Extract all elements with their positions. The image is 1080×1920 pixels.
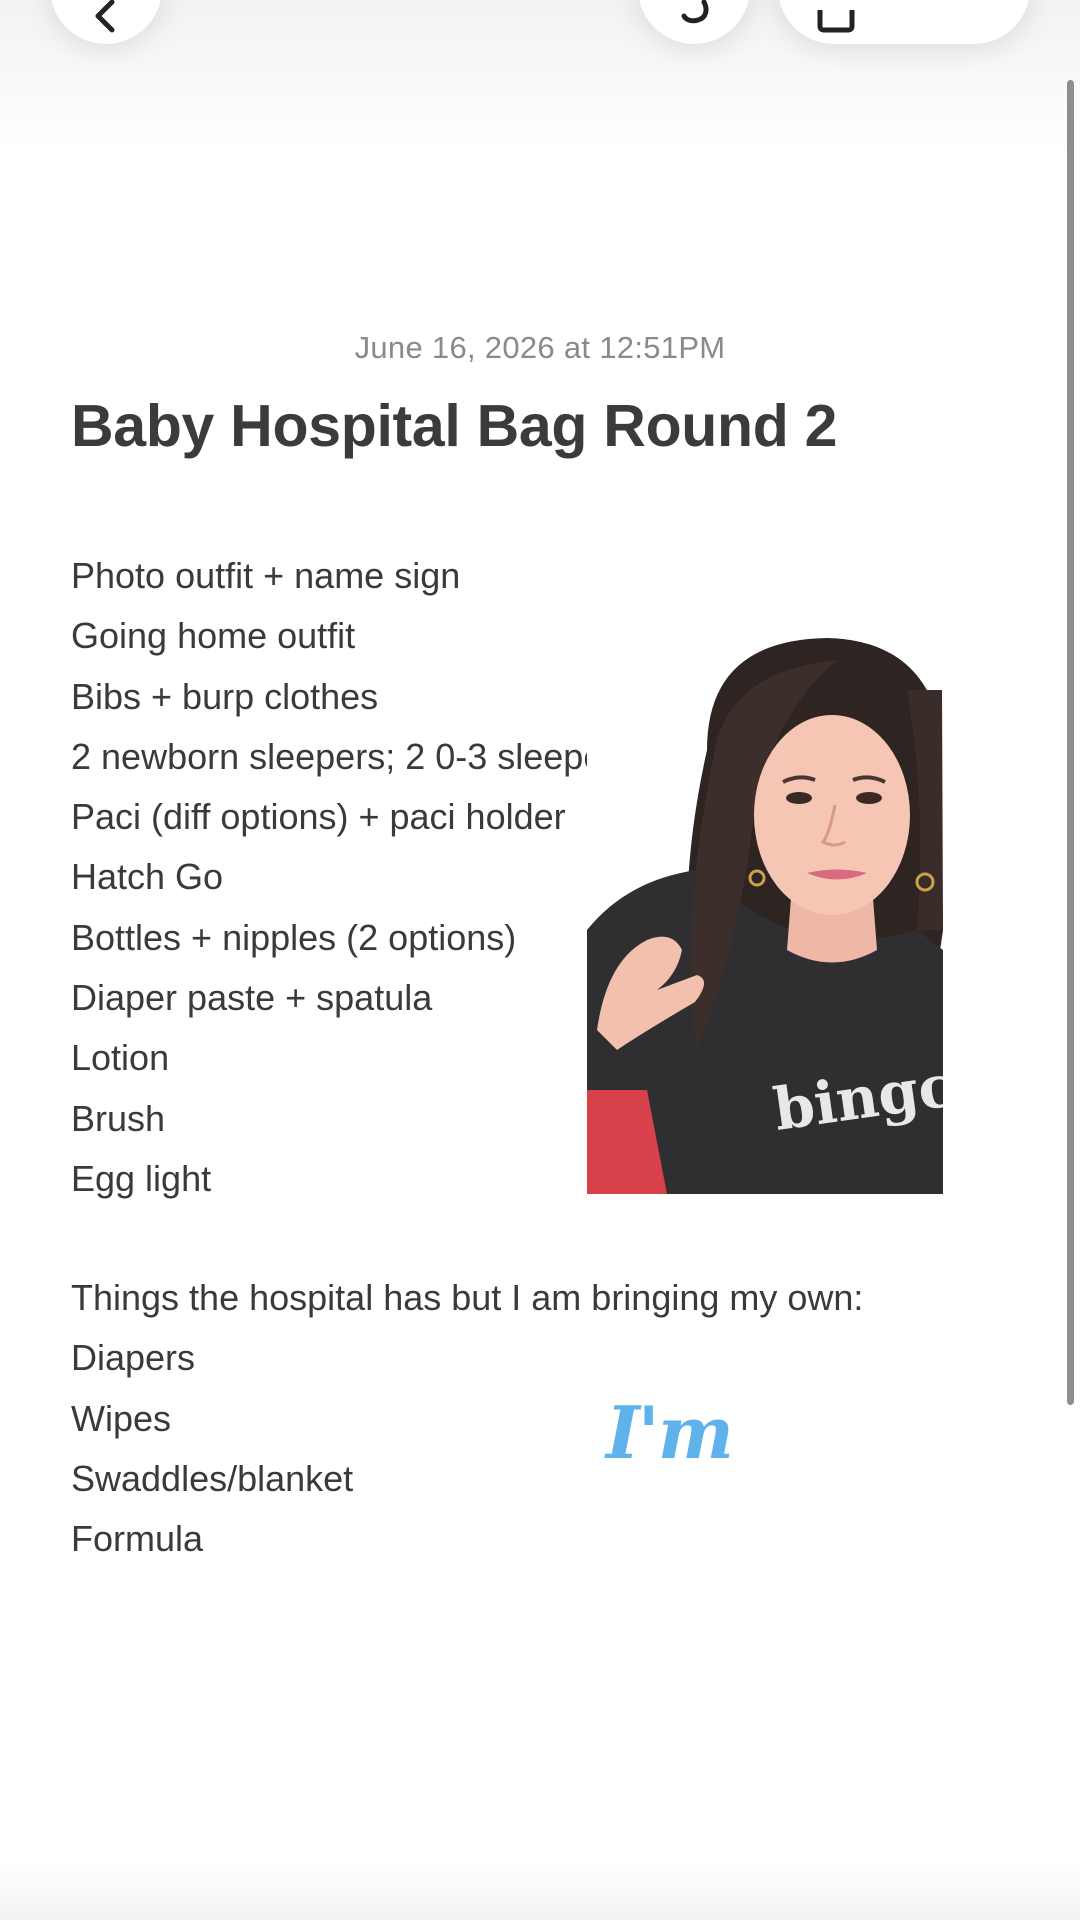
own-items-list: Things the hospital has but I am bringin… [71, 1268, 863, 1569]
list-heading[interactable]: Things the hospital has but I am bringin… [71, 1268, 863, 1328]
list-item[interactable]: Hatch Go [71, 847, 633, 907]
list-item[interactable]: Formula [71, 1509, 863, 1569]
list-item[interactable]: Egg light [71, 1149, 633, 1209]
list-item[interactable]: Brush [71, 1089, 633, 1149]
list-item[interactable]: Diaper paste + spatula [71, 968, 633, 1028]
video-caption: I'm [606, 1390, 734, 1475]
list-item[interactable]: Going home outfit [71, 606, 633, 666]
list-item[interactable]: Lotion [71, 1028, 633, 1088]
list-item[interactable]: Paci (diff options) + paci holder [71, 787, 633, 847]
list-item[interactable]: Bibs + burp clothes [71, 667, 633, 727]
list-item[interactable]: 2 newborn sleepers; 2 0-3 sleepers [71, 727, 633, 787]
share-icon [817, 10, 855, 33]
note-date: June 16, 2026 at 12:51PM [354, 330, 726, 365]
person-image: bingclose [587, 630, 943, 1194]
undo-icon [681, 0, 709, 24]
note-actions-pill[interactable] [778, 0, 1030, 44]
chevron-left-icon [95, 0, 115, 33]
bag-items-list: Photo outfit + name sign Going home outf… [71, 546, 633, 1209]
creator-video: bingclose [587, 630, 943, 1194]
list-item[interactable]: Wipes [71, 1389, 863, 1449]
list-item[interactable]: Bottles + nipples (2 options) [71, 908, 633, 968]
scrollbar[interactable] [1067, 80, 1074, 1405]
list-item[interactable]: Photo outfit + name sign [71, 546, 633, 606]
list-item[interactable]: Swaddles/blanket [71, 1449, 863, 1509]
bottom-fade [0, 1860, 1080, 1920]
note-title[interactable]: Baby Hospital Bag Round 2 [71, 392, 837, 460]
list-item[interactable]: Diapers [71, 1328, 863, 1388]
